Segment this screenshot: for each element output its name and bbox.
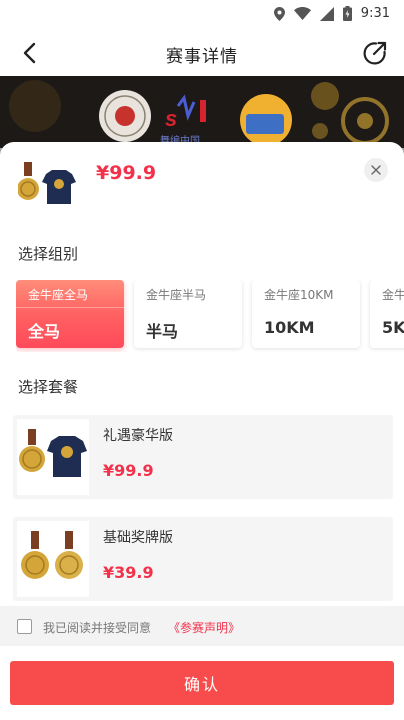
status-time: 9:31 — [360, 6, 390, 21]
group-section-label: 选择组别 — [18, 245, 79, 263]
agreement-row: 我已阅读并接受同意 《参赛声明》 — [0, 606, 404, 646]
group-option-full-marathon[interactable]: 金牛座全马 全马 — [16, 280, 124, 348]
svg-text:s: s — [165, 106, 177, 131]
group-option-subtitle: 金牛座10KM — [264, 288, 334, 302]
confirm-button[interactable]: 确认 — [10, 661, 394, 705]
status-icons: 9:31 — [273, 6, 390, 21]
page-title: 赛事详情 — [166, 47, 238, 67]
event-banner: s 舞编中国 — [0, 76, 404, 148]
purchase-sheet: ¥99.9 选择组别 金牛座全马 全马 金牛座半马 半马 金牛座10KM 10K… — [0, 142, 404, 720]
group-option-half-marathon[interactable]: 金牛座半马 半马 — [134, 280, 242, 348]
package-section-label: 选择套餐 — [18, 378, 79, 396]
group-option-title: 全马 — [28, 322, 61, 341]
location-icon — [273, 6, 285, 21]
share-icon — [363, 41, 387, 65]
product-thumbnail — [17, 162, 80, 208]
close-button[interactable] — [364, 158, 388, 182]
package-name: 礼遇豪华版 — [103, 428, 173, 444]
share-button[interactable] — [360, 38, 390, 68]
banner-decoration: s 舞编中国 — [9, 80, 389, 147]
package-option-deluxe[interactable]: 礼遇豪华版 ¥99.9 — [13, 415, 393, 499]
package-image — [17, 521, 89, 597]
close-icon — [371, 165, 381, 175]
title-bar: 赛事详情 — [0, 30, 404, 76]
group-option-5km[interactable]: 金牛座5KM 5KM — [370, 280, 404, 348]
package-price: ¥99.9 — [103, 461, 154, 480]
group-option-title: 10KM — [264, 318, 315, 337]
package-name: 基础奖牌版 — [103, 530, 173, 546]
package-price: ¥39.9 — [103, 563, 154, 582]
group-option-title: 半马 — [146, 322, 179, 341]
wifi-icon — [293, 7, 311, 20]
package-option-basic[interactable]: 基础奖牌版 ¥39.9 — [13, 517, 393, 601]
agreement-link[interactable]: 《参赛声明》 — [168, 619, 240, 636]
status-bar: 9:31 — [0, 0, 404, 30]
agreement-text: 我已阅读并接受同意 — [43, 621, 152, 635]
signal-icon — [319, 6, 334, 21]
agreement-checkbox[interactable] — [17, 619, 32, 634]
group-option-subtitle: 金牛座半马 — [146, 288, 207, 302]
group-option-subtitle: 金牛座全马 — [28, 288, 89, 302]
group-option-10km[interactable]: 金牛座10KM 10KM — [252, 280, 360, 348]
group-option-title: 5KM — [382, 318, 404, 337]
selected-price: ¥99.9 — [96, 162, 157, 184]
battery-icon — [342, 6, 352, 21]
group-options: 金牛座全马 全马 金牛座半马 半马 金牛座10KM 10KM 金牛座5KM 5K… — [16, 280, 404, 352]
package-image — [17, 419, 89, 495]
group-option-subtitle: 金牛座5KM — [382, 288, 404, 302]
